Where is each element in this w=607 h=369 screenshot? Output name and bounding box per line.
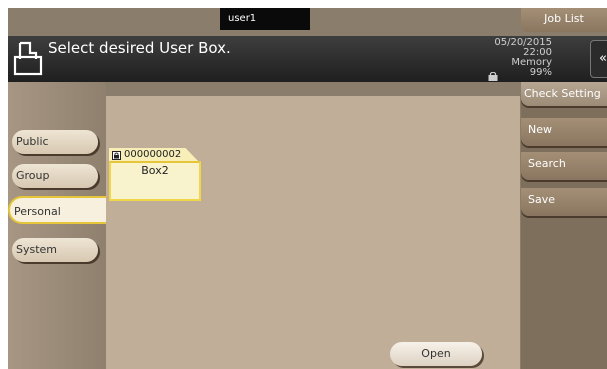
user-box-list: 000000002 Box2 Open [106,96,520,369]
check-setting-button[interactable]: Check Setting [521,82,607,106]
page-title: Select desired User Box. [48,39,231,57]
action-panel: Check Setting New Search Save [521,82,607,369]
user-box-item[interactable]: 000000002 Box2 [109,148,201,201]
user-box-body: Box2 [109,161,201,201]
status-readout: 05/20/2015 22:00 Memory 99% [494,38,552,78]
header: Select desired User Box. 05/20/2015 22:0… [8,36,607,82]
new-button[interactable]: New [521,118,607,146]
tab-public[interactable]: Public [12,130,98,154]
user-box-icon [13,41,43,76]
box-type-panel: Public Group Personal System [8,82,108,369]
lock-icon [488,72,498,81]
user-box-number: 000000002 [124,149,182,160]
user-box-name: Box2 [141,164,169,177]
save-button[interactable]: Save [521,188,607,216]
open-button[interactable]: Open [390,342,482,366]
job-list-button[interactable]: Job List [521,8,607,32]
tab-system[interactable]: System [12,238,98,262]
memory-value: 99% [529,67,552,78]
user-name-display: user1 [220,8,310,30]
screen: user1 Job List Select desired User Box. … [8,8,607,369]
lock-icon [112,151,121,160]
search-button[interactable]: Search [521,152,607,180]
double-chevron-left-icon: « [599,51,607,66]
tab-personal[interactable]: Personal [8,196,108,224]
back-button[interactable]: « [590,40,607,78]
tab-group[interactable]: Group [12,164,98,188]
top-bar: user1 [8,8,528,36]
